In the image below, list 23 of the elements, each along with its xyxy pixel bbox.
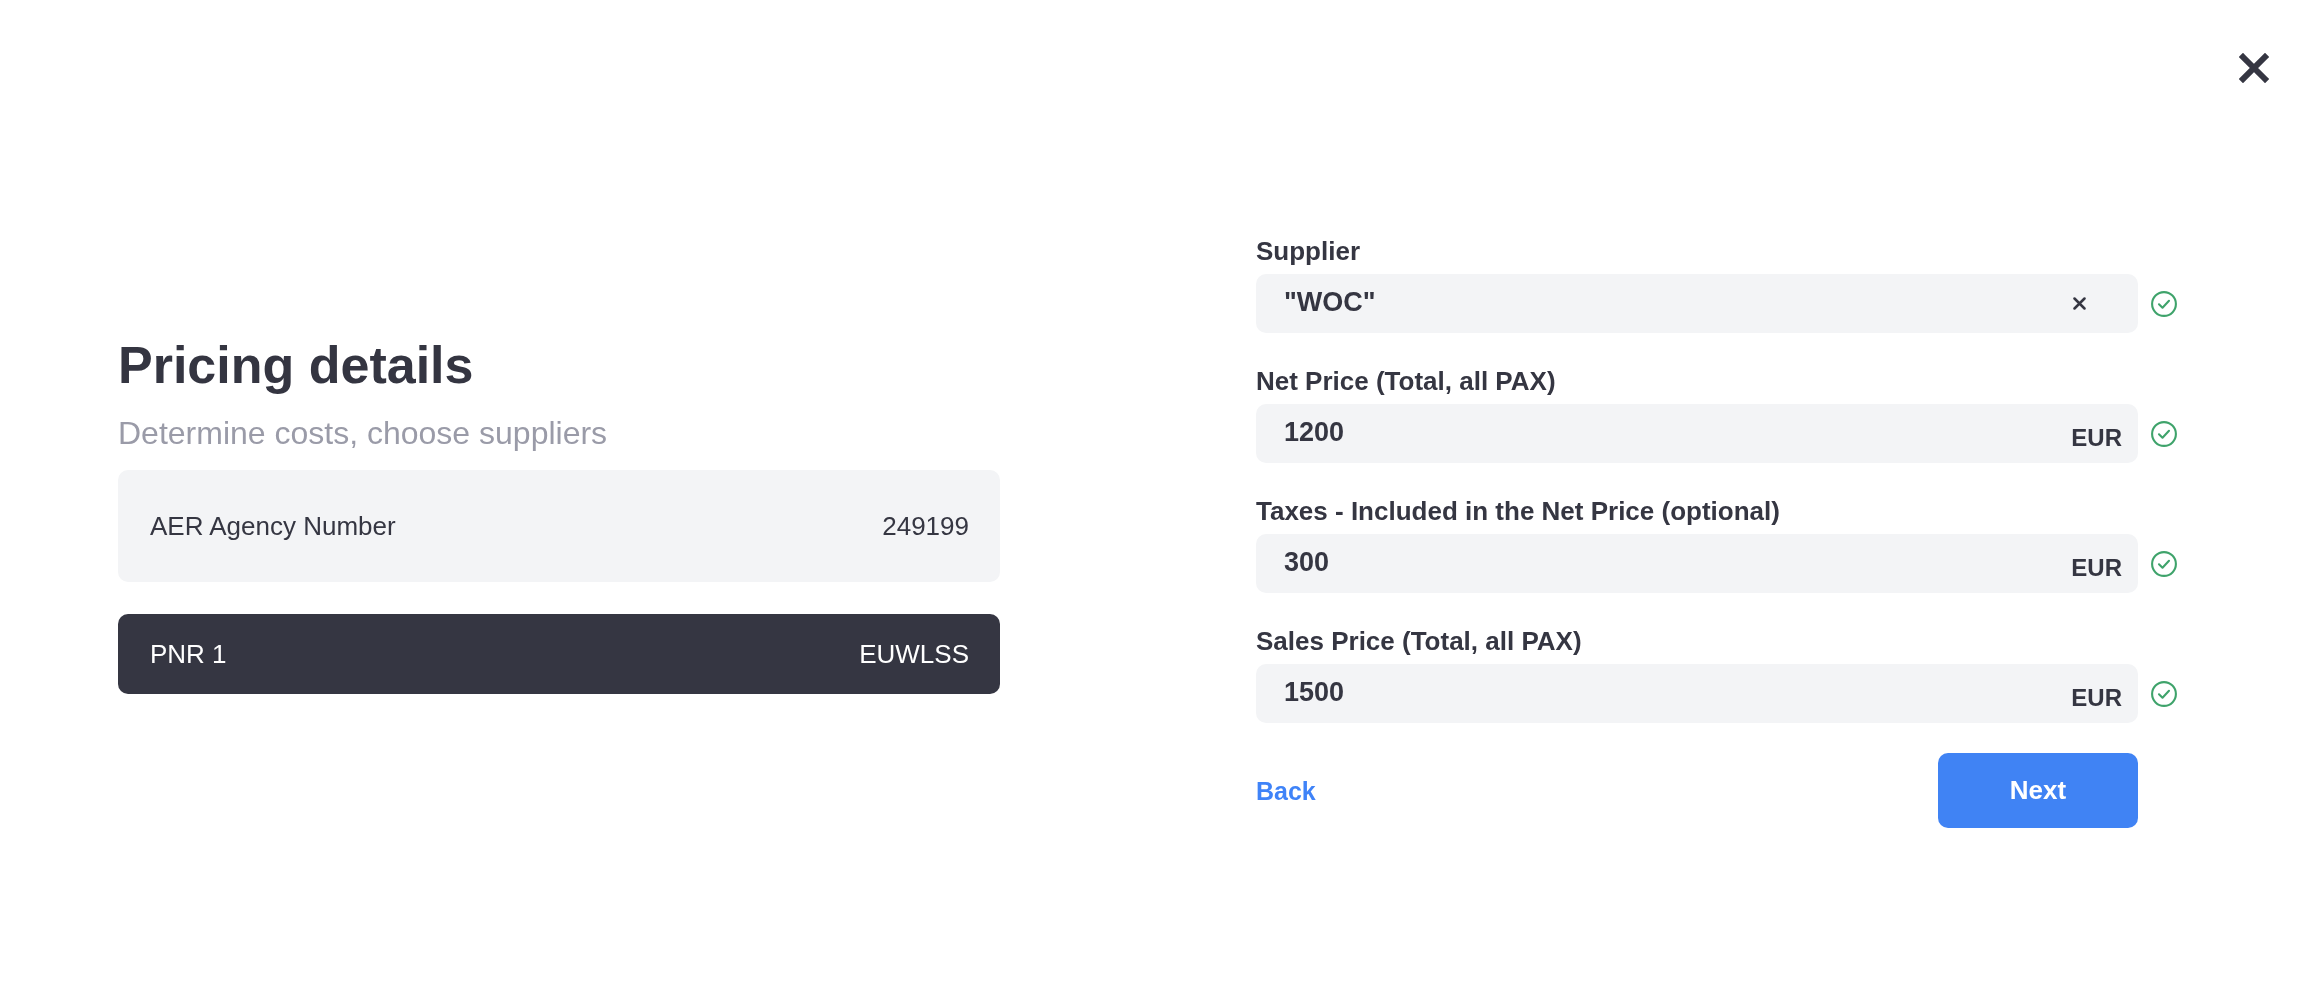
field-label: Net Price (Total, all PAX) (1256, 365, 1556, 398)
input-field[interactable]: 300 EUR (1256, 534, 2138, 593)
next-button[interactable]: Next (1938, 753, 2138, 828)
input-field[interactable]: 1500 EUR (1256, 664, 2138, 723)
field-label: Supplier (1256, 235, 1360, 268)
input-field[interactable]: "WOC" (1256, 274, 2138, 333)
field-label: Sales Price (Total, all PAX) (1256, 625, 1582, 658)
input-field[interactable]: 1200 EUR (1256, 404, 2138, 463)
page-title: Pricing details (118, 335, 474, 395)
selected-info-row[interactable]: PNR 1 EUWLSS (118, 614, 1000, 694)
currency-unit: EUR (2071, 682, 2122, 713)
field-label: Taxes - Included in the Net Price (optional) (1256, 495, 1780, 528)
currency-unit: EUR (2071, 552, 2122, 583)
clear-icon[interactable] (2073, 297, 2086, 310)
info-label: AER Agency Number (150, 510, 396, 542)
info-row[interactable]: AER Agency Number 249199 (118, 470, 1000, 582)
info-value: 249199 (882, 510, 969, 542)
currency-unit: EUR (2071, 422, 2122, 453)
page-subtitle: Determine costs, choose suppliers (118, 414, 608, 453)
close-button[interactable] (2239, 53, 2269, 83)
info-value: EUWLSS (859, 638, 969, 670)
info-label: PNR 1 (150, 638, 227, 670)
back-link[interactable]: Back (1256, 774, 1316, 807)
